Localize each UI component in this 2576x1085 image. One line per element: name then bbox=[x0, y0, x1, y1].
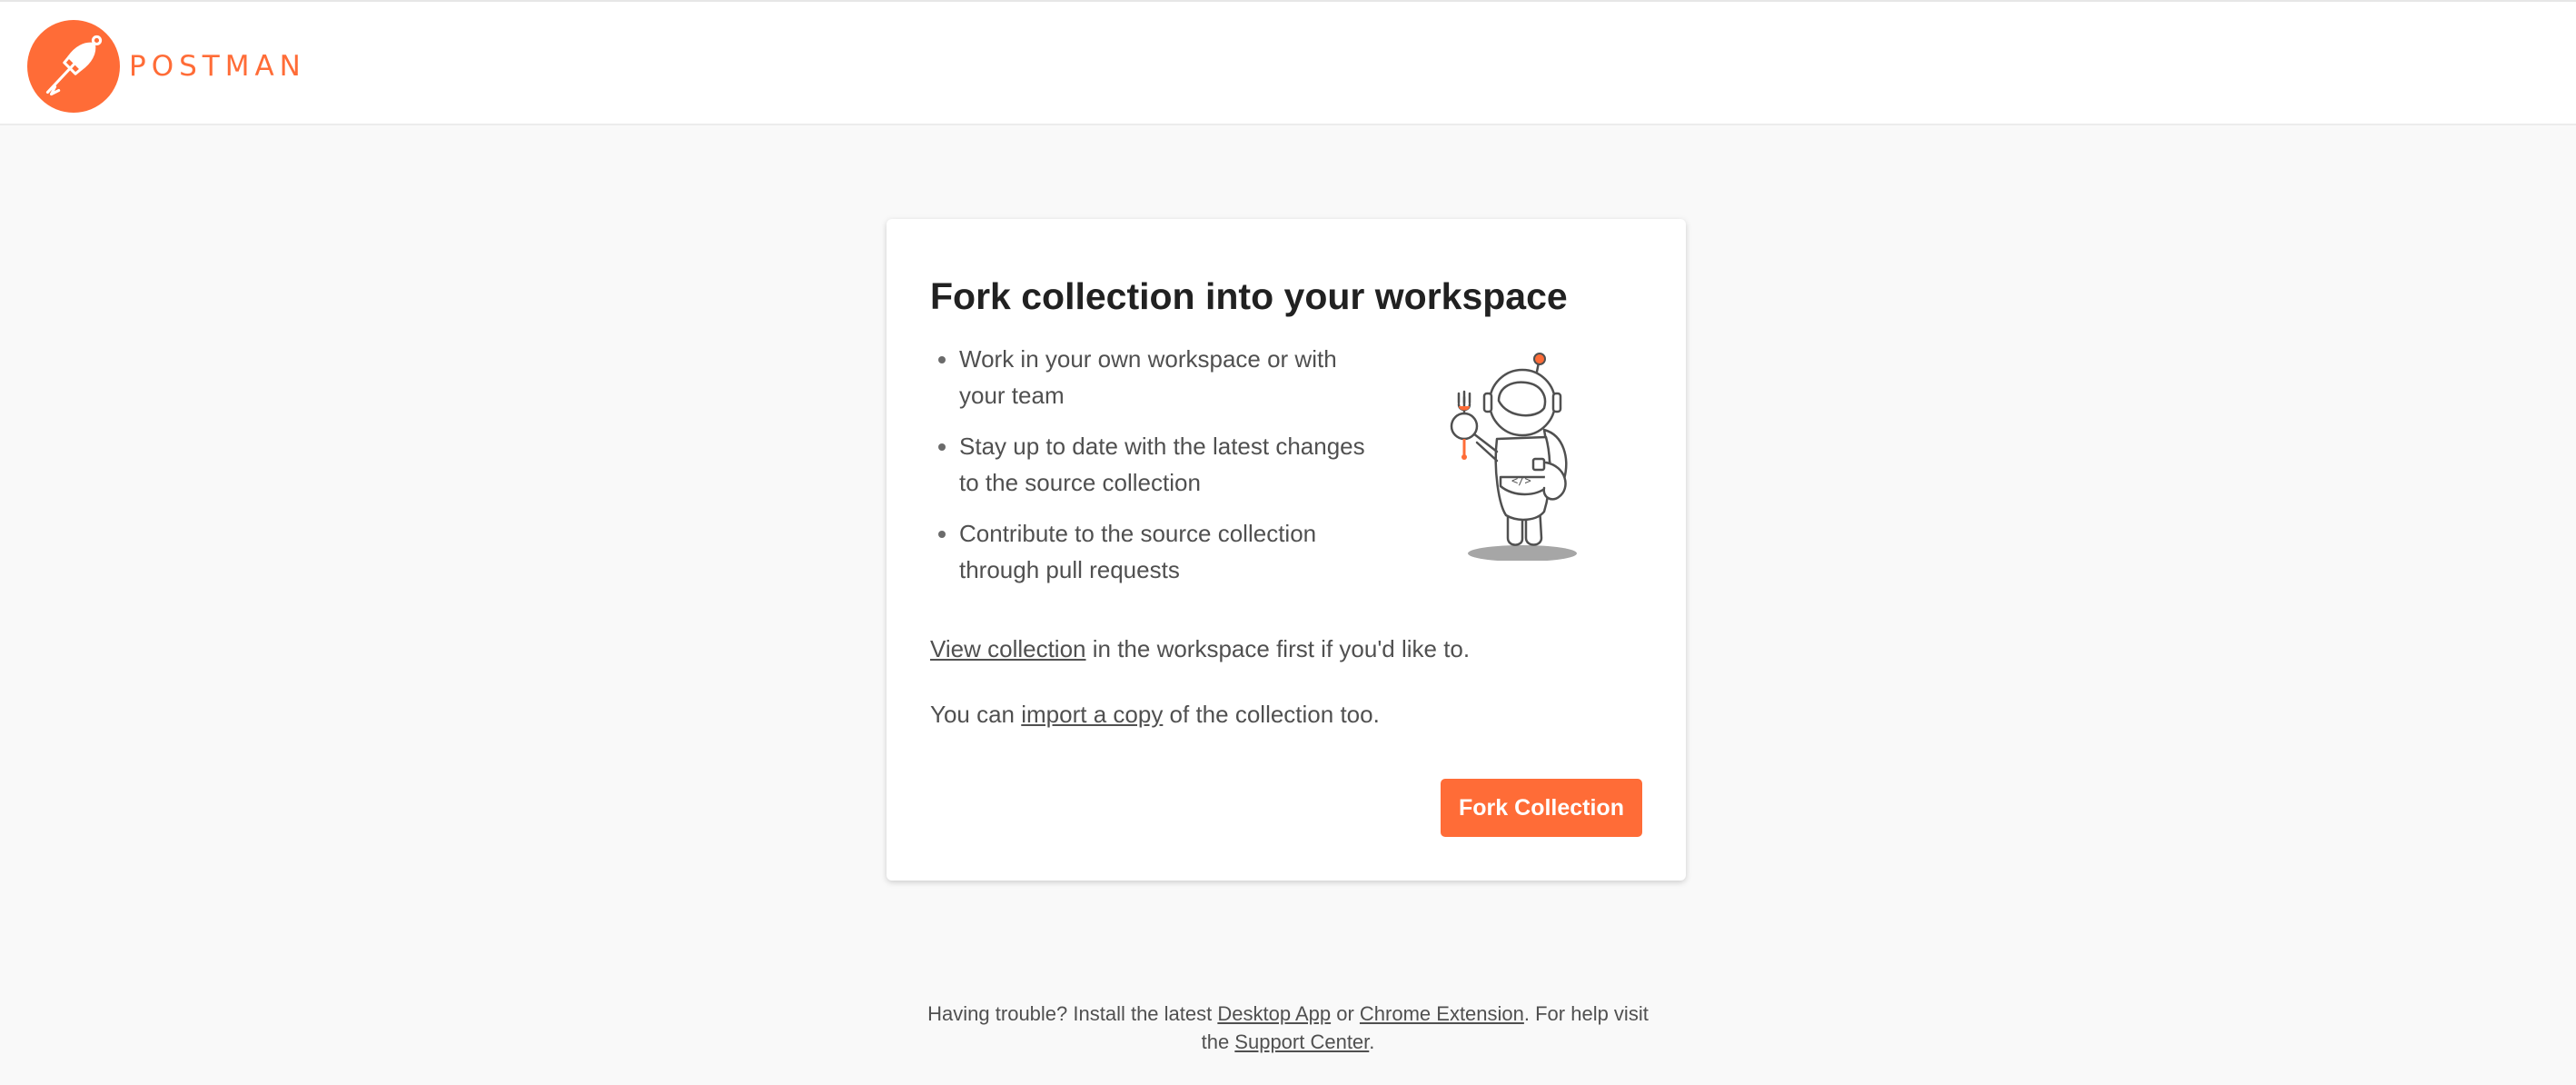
brand-name: POSTMAN bbox=[129, 50, 306, 83]
import-note-prefix: You can bbox=[930, 701, 1022, 728]
benefit-item: Work in your own workspace or with your … bbox=[959, 341, 1377, 413]
footer-text: Having trouble? Install the latest bbox=[927, 1002, 1218, 1025]
svg-text:</>: </> bbox=[1511, 474, 1531, 487]
help-footer: Having trouble? Install the latest Deskt… bbox=[925, 1000, 1651, 1056]
benefit-item: Stay up to date with the latest changes … bbox=[959, 428, 1377, 501]
benefit-item: Contribute to the source collection thro… bbox=[959, 515, 1377, 588]
top-bar: POSTMAN bbox=[0, 0, 2576, 125]
chrome-extension-link[interactable]: Chrome Extension bbox=[1360, 1002, 1524, 1025]
import-note-suffix: of the collection too. bbox=[1163, 701, 1380, 728]
support-center-link[interactable]: Support Center bbox=[1234, 1030, 1369, 1053]
fork-collection-button[interactable]: Fork Collection bbox=[1441, 779, 1642, 837]
fork-collection-card: Fork collection into your workspace Work… bbox=[887, 219, 1686, 881]
view-collection-note-text: in the workspace first if you'd like to. bbox=[1085, 635, 1471, 662]
postman-logo[interactable]: POSTMAN bbox=[27, 20, 306, 113]
import-copy-note: You can import a copy of the collection … bbox=[930, 701, 1380, 729]
import-copy-link[interactable]: import a copy bbox=[1021, 701, 1163, 728]
astronaut-fork-illustration: </> bbox=[1450, 353, 1577, 561]
footer-text: . bbox=[1369, 1030, 1375, 1053]
card-title: Fork collection into your workspace bbox=[930, 275, 1568, 317]
view-collection-link[interactable]: View collection bbox=[930, 635, 1086, 662]
footer-text: or bbox=[1331, 1002, 1360, 1025]
postman-rocket-logo-icon bbox=[27, 20, 120, 113]
benefits-list: Work in your own workspace or with your … bbox=[930, 341, 1377, 602]
view-collection-note: View collection in the workspace first i… bbox=[930, 635, 1470, 663]
desktop-app-link[interactable]: Desktop App bbox=[1217, 1002, 1331, 1025]
